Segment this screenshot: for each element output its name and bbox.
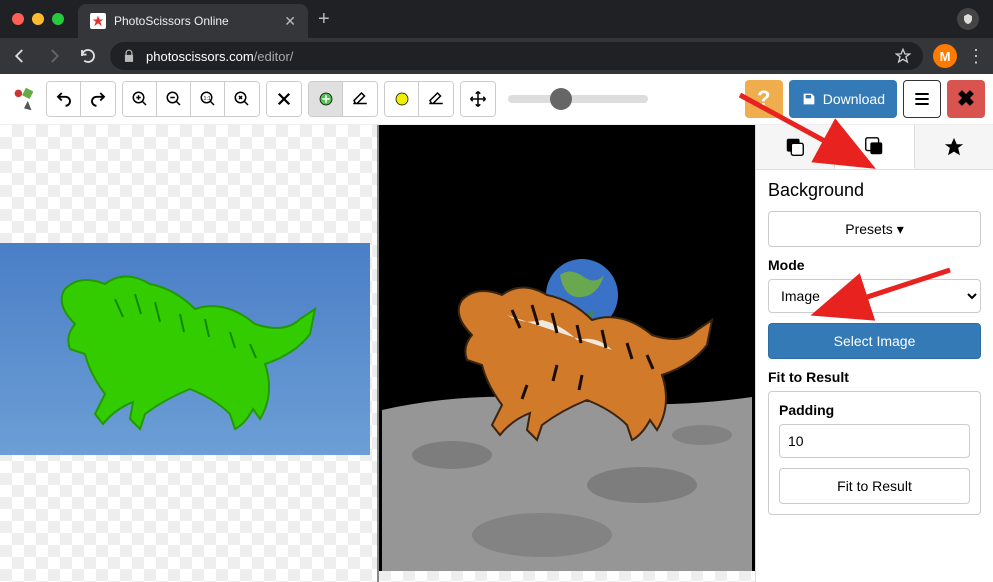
- download-label: Download: [823, 91, 885, 107]
- back-button[interactable]: [8, 44, 32, 68]
- lock-icon: [122, 49, 136, 63]
- new-tab-button[interactable]: +: [318, 8, 330, 31]
- tab-strip: PhotoScissors Online ✕ +: [0, 0, 993, 38]
- background-panel: Background Presets ▾ Mode Image Select I…: [756, 170, 993, 525]
- brush-size-slider[interactable]: [508, 95, 648, 103]
- toolbar-right: ? Download ✖: [745, 80, 985, 118]
- app-menu-button[interactable]: [903, 80, 941, 118]
- fit-to-result-button[interactable]: Fit to Result: [779, 468, 970, 504]
- app: 1:1 ? Download ✖: [0, 74, 993, 582]
- padding-input[interactable]: [779, 424, 970, 458]
- move-group: [460, 81, 496, 117]
- url-path: /editor/: [254, 49, 294, 64]
- help-button[interactable]: ?: [745, 80, 783, 118]
- zoom-actual-button[interactable]: 1:1: [191, 82, 225, 116]
- tab-foreground[interactable]: [756, 125, 835, 169]
- caret-down-icon: ▾: [897, 221, 904, 238]
- tab-effects[interactable]: [915, 125, 993, 169]
- minimize-window-dot[interactable]: [32, 13, 44, 25]
- erase-background-button[interactable]: [419, 82, 453, 116]
- workspace: Background Presets ▾ Mode Image Select I…: [0, 125, 993, 582]
- browser-chrome: PhotoScissors Online ✕ + photoscissors.c…: [0, 0, 993, 74]
- svg-text:1:1: 1:1: [203, 96, 210, 102]
- padding-label: Padding: [779, 402, 970, 418]
- save-icon: [801, 91, 817, 107]
- forward-button: [42, 44, 66, 68]
- window-controls: [12, 13, 64, 25]
- maximize-window-dot[interactable]: [52, 13, 64, 25]
- result-image: [379, 125, 756, 571]
- result-pane[interactable]: [377, 125, 756, 582]
- mark-background-button[interactable]: [385, 82, 419, 116]
- fit-group: Padding Fit to Result: [768, 391, 981, 515]
- source-image: [0, 243, 370, 455]
- tab-background[interactable]: [835, 125, 914, 169]
- extensions-icon[interactable]: [957, 8, 979, 30]
- panel-heading: Background: [768, 180, 981, 201]
- close-window-dot[interactable]: [12, 13, 24, 25]
- source-pane[interactable]: [0, 125, 377, 582]
- reload-button[interactable]: [76, 44, 100, 68]
- redo-button[interactable]: [81, 82, 115, 116]
- undo-redo-group: [46, 81, 116, 117]
- profile-avatar[interactable]: M: [933, 44, 957, 68]
- mark-tools-group: [308, 81, 378, 117]
- zoom-out-button[interactable]: [157, 82, 191, 116]
- presets-label: Presets: [845, 221, 892, 237]
- tab-title: PhotoScissors Online: [114, 14, 276, 28]
- select-image-button[interactable]: Select Image: [768, 323, 981, 359]
- foreground-tab-icon: [784, 136, 806, 158]
- browser-tab[interactable]: PhotoScissors Online ✕: [78, 4, 308, 38]
- address-bar[interactable]: photoscissors.com/editor/: [110, 42, 923, 70]
- mode-label: Mode: [768, 257, 981, 273]
- mode-select[interactable]: Image: [768, 279, 981, 313]
- zoom-in-button[interactable]: [123, 82, 157, 116]
- erase-foreground-button[interactable]: [343, 82, 377, 116]
- mark-bg-group: [384, 81, 454, 117]
- sidebar-tabs: [756, 125, 993, 170]
- clear-group: [266, 81, 302, 117]
- sidebar: Background Presets ▾ Mode Image Select I…: [755, 125, 993, 582]
- browser-menu-icon[interactable]: ⋮: [967, 46, 985, 67]
- pan-button[interactable]: [461, 82, 495, 116]
- address-row: photoscissors.com/editor/ M ⋮: [0, 38, 993, 74]
- star-tab-icon: [943, 136, 965, 158]
- presets-dropdown[interactable]: Presets ▾: [768, 211, 981, 247]
- url-host: photoscissors.com: [146, 49, 254, 64]
- app-close-button[interactable]: ✖: [947, 80, 985, 118]
- fit-heading: Fit to Result: [768, 369, 981, 385]
- favicon-icon: [90, 13, 106, 29]
- zoom-group: 1:1: [122, 81, 260, 117]
- tab-close-icon[interactable]: ✕: [284, 13, 296, 30]
- background-tab-icon: [863, 135, 885, 157]
- mark-foreground-button[interactable]: [309, 82, 343, 116]
- app-logo-icon: [8, 83, 40, 115]
- canvas-area: [0, 125, 755, 582]
- undo-button[interactable]: [47, 82, 81, 116]
- zoom-fit-button[interactable]: [225, 82, 259, 116]
- clear-button[interactable]: [267, 82, 301, 116]
- bookmark-icon[interactable]: [895, 48, 911, 64]
- download-button[interactable]: Download: [789, 80, 897, 118]
- app-toolbar: 1:1 ? Download ✖: [0, 74, 993, 125]
